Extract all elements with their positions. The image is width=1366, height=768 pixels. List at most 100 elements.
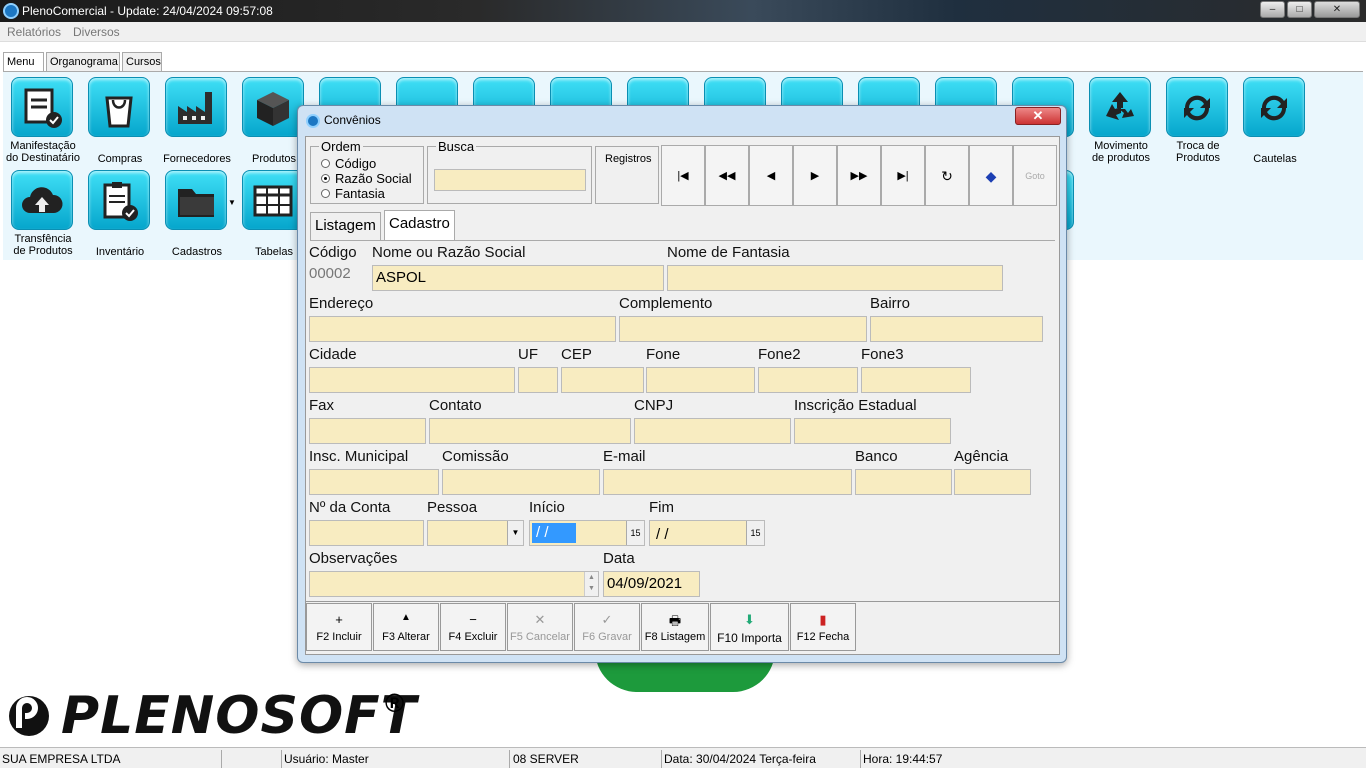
fecha-button[interactable]: ▮ F12 Fecha [790, 603, 856, 651]
complemento-input[interactable] [619, 316, 867, 342]
cautelas-label: Cautelas [1253, 153, 1297, 165]
bookmark-icon[interactable]: ◆ [969, 145, 1013, 206]
minimize-button[interactable]: – [1260, 1, 1285, 18]
document-check-icon [24, 88, 62, 128]
scrollbar[interactable]: ▲ ▼ [584, 572, 598, 596]
ie-input[interactable] [794, 418, 951, 444]
door-icon: ▮ [819, 612, 827, 627]
endereco-input[interactable] [309, 316, 616, 342]
tab-listagem[interactable]: Listagem [310, 212, 381, 240]
radio-fantasia[interactable]: Fantasia [321, 186, 385, 201]
menu-diversos[interactable]: Diversos [73, 25, 120, 39]
menu-bar: Relatórios Diversos [0, 22, 1366, 42]
tab-organograma[interactable]: Organograma [46, 52, 120, 71]
compras-tile[interactable] [88, 77, 150, 137]
uf-label: UF [518, 346, 538, 363]
goto-icon[interactable]: Goto [1013, 145, 1057, 206]
fone2-input[interactable] [758, 367, 858, 393]
status-user: Usuário: Master [282, 750, 510, 768]
swap-icon [1261, 95, 1287, 121]
tabelas-tile[interactable] [242, 170, 304, 230]
banco-label: Banco [855, 448, 898, 465]
fone3-input[interactable] [861, 367, 971, 393]
refresh-icon[interactable]: ↻ [925, 145, 969, 206]
fax-label: Fax [309, 397, 335, 414]
comissao-input[interactable] [442, 469, 600, 495]
fone-input[interactable] [646, 367, 755, 393]
cancelar-button[interactable]: ✕ F5 Cancelar [507, 603, 573, 651]
cnpj-input[interactable] [634, 418, 791, 444]
busca-input[interactable] [434, 169, 586, 191]
status-bar: SUA EMPRESA LTDA Usuário: Master 08 SERV… [0, 747, 1366, 768]
ordem-group: Ordem Código Razão Social Fantasia [310, 139, 424, 204]
inventario-tile[interactable] [88, 170, 150, 230]
troca-tile[interactable] [1166, 77, 1228, 137]
tab-divider-line [310, 240, 1055, 241]
conta-input[interactable] [309, 520, 424, 546]
bairro-input[interactable] [870, 316, 1043, 342]
cidade-input[interactable] [309, 367, 515, 393]
contato-input[interactable] [429, 418, 631, 444]
gravar-button[interactable]: ✓ F6 Gravar [574, 603, 640, 651]
obs-textarea[interactable]: ▲ ▼ [309, 571, 599, 597]
nav-next-button[interactable]: ▶ [793, 145, 837, 206]
nome-input[interactable]: ASPOL [372, 265, 664, 291]
nav-prior-page-button[interactable]: ◀◀ [705, 145, 749, 206]
cadastros-tile[interactable] [165, 170, 227, 230]
incluir-button[interactable]: + F2 Incluir [306, 603, 372, 651]
chevron-down-icon[interactable]: ▼ [507, 521, 523, 545]
menu-relatorios[interactable]: Relatórios [7, 25, 61, 39]
nav-last-button[interactable]: ▶| [881, 145, 925, 206]
nav-prior-button[interactable]: ◀ [749, 145, 793, 206]
cnpj-label: CNPJ [634, 397, 674, 414]
tab-menu[interactable]: Menu [3, 52, 44, 72]
swap-icon [1184, 95, 1210, 121]
fim-value: / / [656, 526, 669, 543]
convenios-dialog: Convênios ✕ Ordem Código Razão Social Fa… [297, 105, 1067, 663]
banco-input[interactable] [855, 469, 952, 495]
email-label: E-mail [603, 448, 646, 465]
fantasia-input[interactable] [667, 265, 1003, 291]
email-input[interactable] [603, 469, 852, 495]
calendar-icon[interactable]: 15 [626, 521, 644, 545]
fax-input[interactable] [309, 418, 426, 444]
im-input[interactable] [309, 469, 439, 495]
listagem-button[interactable]: 🖶 F8 Listagem [641, 603, 709, 651]
agencia-input[interactable] [954, 469, 1031, 495]
dialog-close-button[interactable]: ✕ [1015, 107, 1061, 125]
manifestacao-tile[interactable] [11, 77, 73, 137]
nav-first-button[interactable]: |◀ [661, 145, 705, 206]
inicio-date-input[interactable]: / / 15 [529, 520, 645, 546]
maximize-button[interactable]: □ [1287, 1, 1312, 18]
window-close-button[interactable]: ✕ [1314, 1, 1360, 18]
pessoa-select[interactable]: ▼ [427, 520, 524, 546]
agencia-label: Agência [954, 448, 1009, 465]
logo-text: PLENOSOFT [61, 686, 418, 746]
fim-date-input[interactable]: / / 15 [649, 520, 765, 546]
inicio-label: Início [529, 499, 565, 516]
alterar-button[interactable]: ▲ F3 Alterar [373, 603, 439, 651]
recycle-icon [1106, 92, 1134, 120]
uf-input[interactable] [518, 367, 558, 393]
data-input[interactable]: 04/09/2021 [603, 571, 700, 597]
dropdown-arrow-icon[interactable]: ▼ [228, 198, 236, 207]
cep-input[interactable] [561, 367, 644, 393]
excluir-button[interactable]: − F4 Excluir [440, 603, 506, 651]
endereco-label: Endereço [309, 295, 374, 312]
calendar-icon[interactable]: 15 [746, 521, 764, 545]
tab-cadastro[interactable]: Cadastro [384, 210, 455, 240]
fornecedores-tile[interactable] [165, 77, 227, 137]
transferencia-tile[interactable] [11, 170, 73, 230]
radio-selected-icon [321, 174, 330, 183]
data-label: Data [603, 550, 635, 567]
radio-codigo[interactable]: Código [321, 156, 376, 171]
importa-button[interactable]: ⬇ F10 Importa [710, 603, 789, 651]
movimento-tile[interactable] [1089, 77, 1151, 137]
ie-label: Inscrição Estadual [794, 397, 917, 414]
cautelas-tile[interactable] [1243, 77, 1305, 137]
produtos-tile[interactable] [242, 77, 304, 137]
registered-mark: ® [385, 688, 405, 718]
radio-razao-social[interactable]: Razão Social [321, 171, 412, 186]
nav-next-page-button[interactable]: ▶▶ [837, 145, 881, 206]
tab-cursos[interactable]: Cursos [122, 52, 162, 71]
